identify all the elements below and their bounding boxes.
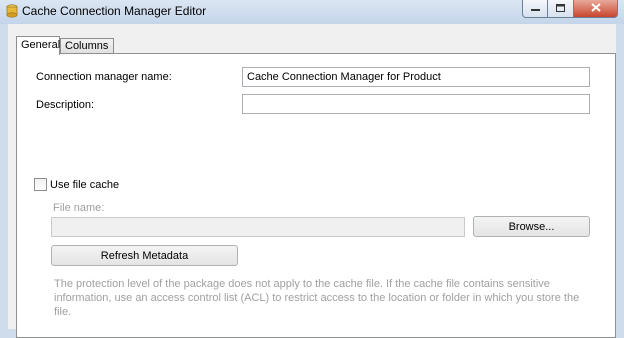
minimize-icon <box>530 3 540 15</box>
file-name-label: File name: <box>53 202 105 214</box>
use-file-cache-label[interactable]: Use file cache <box>50 179 119 191</box>
connection-name-label: Connection manager name: <box>36 71 172 83</box>
maximize-icon <box>556 3 565 15</box>
description-label: Description: <box>36 99 95 111</box>
minimize-button[interactable] <box>522 0 548 18</box>
tab-columns[interactable]: Columns <box>60 38 114 53</box>
window-title: Cache Connection Manager Editor <box>22 4 207 18</box>
close-icon <box>590 2 601 15</box>
file-name-input[interactable] <box>51 217 465 237</box>
close-button[interactable] <box>574 0 618 18</box>
tab-general[interactable]: General <box>16 36 60 55</box>
dialog-body: General Columns Connection manager name:… <box>8 24 616 338</box>
connection-name-input[interactable]: Cache Connection Manager for Product <box>242 67 590 87</box>
title-bar[interactable]: Cache Connection Manager Editor <box>0 0 624 24</box>
ssis-connection-icon <box>6 4 18 19</box>
use-file-cache-checkbox[interactable] <box>34 178 47 191</box>
refresh-metadata-button[interactable]: Refresh Metadata <box>51 245 238 266</box>
description-input[interactable] <box>242 94 590 114</box>
general-tab-panel: Connection manager name: Cache Connectio… <box>16 53 616 338</box>
protection-level-note: The protection level of the package does… <box>54 278 580 318</box>
maximize-button[interactable] <box>548 0 574 18</box>
browse-button[interactable]: Browse... <box>473 216 590 237</box>
